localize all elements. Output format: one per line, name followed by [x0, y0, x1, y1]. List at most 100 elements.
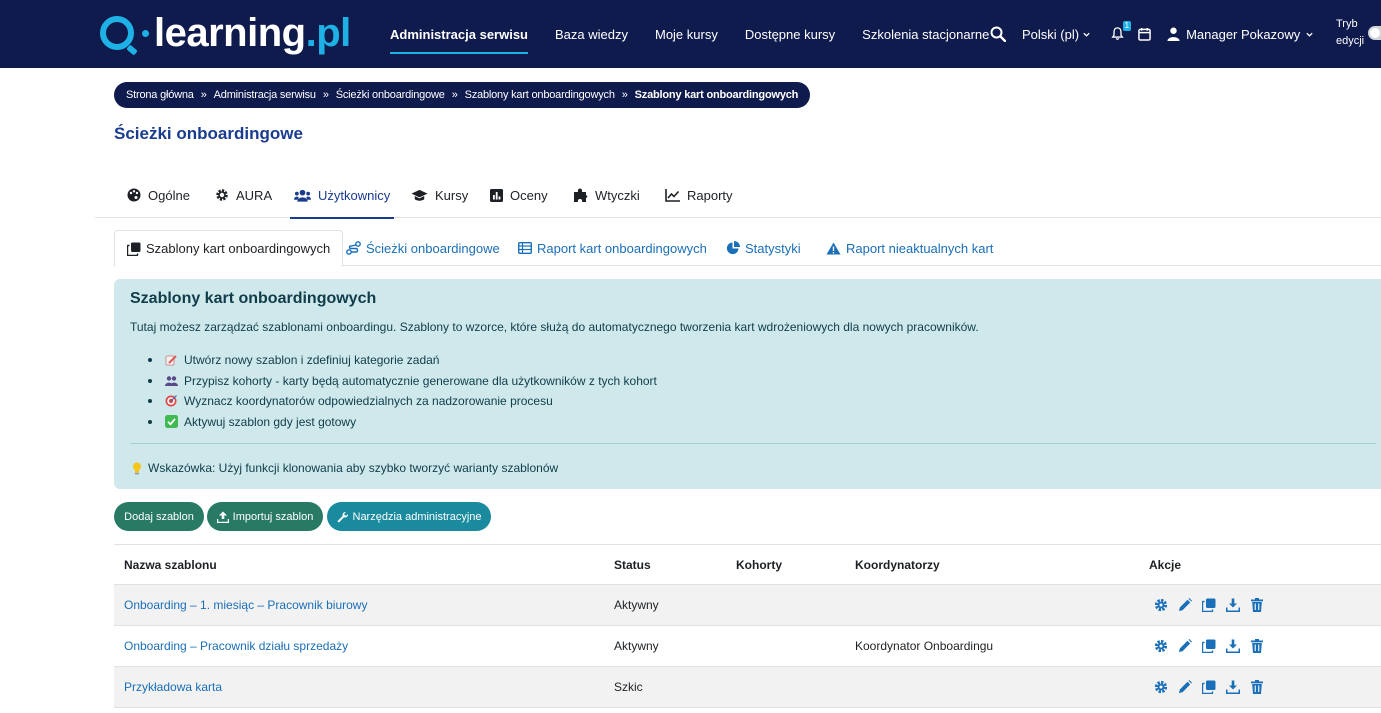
- bullet: [148, 419, 152, 424]
- settings-gear-icon[interactable]: [1149, 680, 1173, 694]
- tab-ogolne[interactable]: Ogólne: [127, 172, 190, 218]
- add-template-button[interactable]: Dodaj szablon: [114, 502, 204, 531]
- people-icon: [164, 374, 178, 388]
- table-header: Nazwa szablonu Status Kohorty Koordynato…: [114, 544, 1381, 585]
- admin-tools-button[interactable]: Narzędzia administracyjne: [327, 502, 491, 531]
- notifications-bell-icon[interactable]: 1: [1111, 21, 1132, 41]
- template-name-link[interactable]: Przykładowa karta: [124, 667, 222, 707]
- templates-table: Nazwa szablonu Status Kohorty Koordynato…: [114, 544, 1381, 708]
- tab-kursy[interactable]: Kursy: [411, 172, 468, 218]
- subtab-szablony[interactable]: Szablony kart onboardingowych: [114, 230, 344, 267]
- subtab-sciezki[interactable]: Ścieżki onboardingowe: [346, 230, 500, 266]
- info-divider: [130, 443, 1376, 444]
- clone-icon: [127, 242, 141, 256]
- user-icon: [1167, 27, 1180, 41]
- secondary-tabs: Szablony kart onboardingowych Ścieżki on…: [114, 230, 1381, 267]
- template-status: Aktywny: [614, 639, 659, 653]
- line-chart-icon: [665, 188, 680, 202]
- tab-wtyczki[interactable]: Wtyczki: [573, 172, 640, 218]
- tab-oceny[interactable]: Oceny: [490, 172, 548, 218]
- nav-baza-wiedzy[interactable]: Baza wiedzy: [555, 0, 628, 68]
- wrench-icon: [337, 511, 349, 523]
- route-icon: [346, 241, 361, 255]
- template-coordinators: Koordynator Onboardingu: [855, 639, 994, 653]
- column-header-cohorts[interactable]: Kohorty: [736, 545, 782, 585]
- settings-gear-icon[interactable]: [1149, 598, 1173, 612]
- column-header-coordinators[interactable]: Koordynatorzy: [855, 545, 940, 585]
- edit-mode-toggle[interactable]: [1368, 26, 1381, 40]
- top-navbar: learning.pl Administracja serwisu Baza w…: [0, 0, 1381, 68]
- calendar-icon[interactable]: [1138, 27, 1151, 41]
- chevron-down-icon: [1083, 32, 1090, 37]
- edit-pencil-icon[interactable]: [1173, 639, 1197, 653]
- language-menu[interactable]: Polski (pl): [1022, 27, 1091, 42]
- tab-uzytkownicy[interactable]: Użytkownicy: [289, 172, 395, 219]
- breadcrumb-separator-icon: »: [200, 89, 207, 101]
- main-nav: Administracja serwisu Baza wiedzy Moje k…: [390, 0, 1016, 68]
- list-item: Aktywuj szablon gdy jest gotowy: [148, 412, 657, 433]
- chevron-down-icon: [1306, 32, 1313, 37]
- download-icon[interactable]: [1221, 680, 1245, 694]
- notification-count-badge: 1: [1122, 21, 1132, 31]
- info-box: Szablony kart onboardingowych Tutaj może…: [114, 279, 1381, 489]
- edit-mode-label: Tryb edycji: [1336, 18, 1365, 47]
- breadcrumb-sciezki[interactable]: Ścieżki onboardingowe: [336, 89, 445, 101]
- subtab-raport-kart[interactable]: Raport kart onboardingowych: [518, 230, 707, 266]
- template-name-link[interactable]: Onboarding – Pracownik działu sprzedaży: [124, 626, 348, 666]
- list-item: Utwórz nowy szablon i zdefiniuj kategori…: [148, 350, 657, 371]
- users-icon: [294, 189, 311, 202]
- page-title: Ścieżki onboardingowe: [114, 124, 303, 143]
- column-header-actions: Akcje: [1149, 558, 1182, 572]
- breadcrumb: Strona główna » Administracja serwisu » …: [114, 82, 811, 108]
- user-menu[interactable]: Manager Pokazowy: [1167, 27, 1314, 42]
- tab-raporty[interactable]: Raporty: [665, 172, 733, 218]
- bullet: [148, 378, 152, 383]
- graduation-cap-icon: [411, 189, 428, 202]
- nav-szkolenia-stacjonarne[interactable]: Szkolenia stacjonarne: [862, 0, 989, 68]
- download-icon[interactable]: [1221, 598, 1245, 612]
- nav-moje-kursy[interactable]: Moje kursy: [655, 0, 718, 68]
- breadcrumb-szablony[interactable]: Szablony kart onboardingowych: [465, 89, 615, 101]
- trash-icon[interactable]: [1245, 639, 1269, 653]
- upload-icon: [216, 511, 229, 523]
- breadcrumb-separator-icon: »: [621, 89, 628, 101]
- column-header-name[interactable]: Nazwa szablonu: [124, 545, 217, 585]
- row-actions: [1149, 667, 1269, 707]
- tab-aura[interactable]: AURA: [215, 172, 272, 218]
- lightbulb-icon: [132, 462, 142, 475]
- logo-q-icon: [100, 16, 134, 50]
- chart-bar-icon: [490, 188, 503, 202]
- trash-icon[interactable]: [1245, 680, 1269, 694]
- clone-icon[interactable]: [1197, 639, 1221, 653]
- site-logo[interactable]: learning.pl: [100, 10, 351, 56]
- subtab-statystyki[interactable]: Statystyki: [726, 230, 801, 266]
- template-name-link[interactable]: Onboarding – 1. miesiąc – Pracownik biur…: [124, 585, 367, 625]
- column-header-status[interactable]: Status: [614, 545, 651, 585]
- list-item: Wyznacz koordynatorów odpowiedzialnych z…: [148, 391, 657, 412]
- info-tip: Wskazówka: Użyj funkcji klonowania aby s…: [132, 461, 558, 475]
- subtab-raport-nieaktualnych[interactable]: Raport nieaktualnych kart: [826, 230, 993, 266]
- breadcrumb-separator-icon: »: [451, 89, 458, 101]
- bullet: [148, 358, 152, 363]
- bullet: [148, 399, 152, 404]
- nav-administracja-serwisu[interactable]: Administracja serwisu: [390, 0, 528, 68]
- trash-icon[interactable]: [1245, 598, 1269, 612]
- import-template-button[interactable]: Importuj szablon: [207, 502, 323, 531]
- edit-pencil-icon[interactable]: [1173, 680, 1197, 694]
- gear-icon: [215, 188, 229, 202]
- primary-tabs: Ogólne AURA Użytkownicy Kursy Oceny Wtyc…: [95, 172, 1381, 219]
- clone-icon[interactable]: [1197, 680, 1221, 694]
- search-icon[interactable]: [990, 26, 1006, 42]
- settings-gear-icon[interactable]: [1149, 639, 1173, 653]
- nav-dostepne-kursy[interactable]: Dostępne kursy: [745, 0, 835, 68]
- download-icon[interactable]: [1221, 639, 1245, 653]
- table-row: Przykładowa karta Szkic: [114, 667, 1381, 708]
- clone-icon[interactable]: [1197, 598, 1221, 612]
- breadcrumb-administracja[interactable]: Administracja serwisu: [214, 89, 316, 101]
- row-actions: [1149, 626, 1269, 666]
- user-name: Manager Pokazowy: [1186, 26, 1301, 42]
- breadcrumb-home[interactable]: Strona główna: [126, 89, 194, 101]
- breadcrumb-separator-icon: »: [322, 89, 329, 101]
- edit-pencil-icon[interactable]: [1173, 598, 1197, 612]
- row-actions: [1149, 585, 1269, 625]
